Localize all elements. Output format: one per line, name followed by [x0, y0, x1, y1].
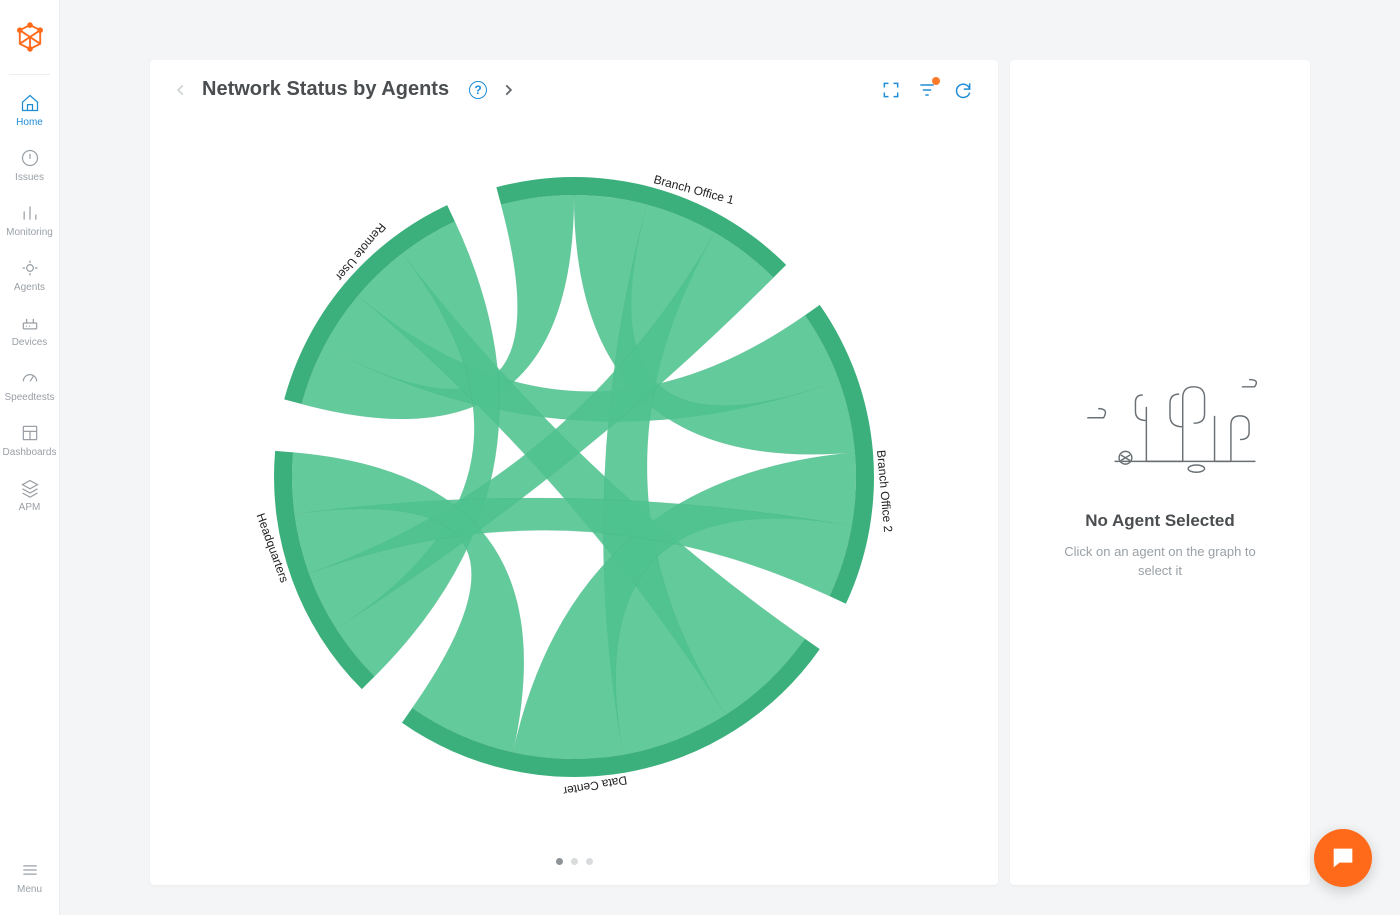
pager-dot-1[interactable]: [571, 858, 578, 865]
target-icon: [20, 258, 40, 278]
empty-state-illustration: [1060, 365, 1260, 485]
router-icon: [20, 313, 40, 333]
help-button[interactable]: ?: [469, 81, 487, 99]
pager-dot-2[interactable]: [586, 858, 593, 865]
next-button[interactable]: [501, 83, 515, 97]
chord-chart[interactable]: Remote UserBranch Office 1Branch Office …: [174, 101, 974, 852]
menu-icon: [20, 860, 40, 880]
empty-state-title: No Agent Selected: [1085, 511, 1235, 531]
pager: [174, 852, 974, 867]
sidebar-item-home[interactable]: Home: [0, 83, 59, 138]
sidebar-item-label: Agents: [14, 282, 45, 293]
sidebar-item-menu[interactable]: Menu: [0, 850, 59, 905]
content-area: Network Status by Agents ?: [60, 0, 1400, 915]
filter-active-badge: [932, 77, 940, 85]
refresh-icon: [953, 80, 973, 100]
chat-button[interactable]: [1314, 829, 1372, 887]
filter-button[interactable]: [916, 79, 938, 101]
sidebar-item-issues[interactable]: Issues: [0, 138, 59, 193]
sidebar-item-label: APM: [19, 502, 41, 513]
expand-icon: [881, 80, 901, 100]
app-logo[interactable]: [11, 18, 49, 56]
chevron-left-icon: [174, 83, 188, 97]
sidebar-item-agents[interactable]: Agents: [0, 248, 59, 303]
sidebar-separator: [9, 74, 50, 75]
sidebar-item-speedtests[interactable]: Speedtests: [0, 358, 59, 413]
sidebar-item-label: Menu: [17, 884, 42, 895]
bars-icon: [20, 203, 40, 223]
sidebar-item-devices[interactable]: Devices: [0, 303, 59, 358]
network-status-card: Network Status by Agents ?: [150, 60, 998, 885]
layers-icon: [20, 478, 40, 498]
sidebar-item-label: Devices: [12, 337, 48, 348]
alert-circle-icon: [20, 148, 40, 168]
home-icon: [20, 93, 40, 113]
chat-icon: [1329, 844, 1357, 872]
sidebar-item-label: Home: [16, 117, 43, 128]
sidebar-item-dashboards[interactable]: Dashboards: [0, 413, 59, 468]
sidebar-item-label: Speedtests: [4, 392, 54, 403]
dashboard-icon: [20, 423, 40, 443]
sidebar-item-label: Monitoring: [6, 227, 53, 238]
pager-dot-0[interactable]: [556, 858, 563, 865]
prev-button[interactable]: [174, 83, 188, 97]
expand-button[interactable]: [880, 79, 902, 101]
empty-state-subtitle: Click on an agent on the graph to select…: [1060, 543, 1260, 581]
gauge-icon: [20, 368, 40, 388]
card-title: Network Status by Agents: [202, 78, 449, 101]
sidebar-item-apm[interactable]: APM: [0, 468, 59, 523]
card-header: Network Status by Agents ?: [174, 78, 974, 101]
sidebar-item-label: Issues: [15, 172, 44, 183]
chevron-right-icon: [501, 83, 515, 97]
agent-detail-panel: No Agent Selected Click on an agent on t…: [1010, 60, 1310, 885]
sidebar: Home Issues Monitoring Agents Devices Sp…: [0, 0, 60, 915]
sidebar-item-monitoring[interactable]: Monitoring: [0, 193, 59, 248]
refresh-button[interactable]: [952, 79, 974, 101]
sidebar-item-label: Dashboards: [3, 447, 57, 458]
